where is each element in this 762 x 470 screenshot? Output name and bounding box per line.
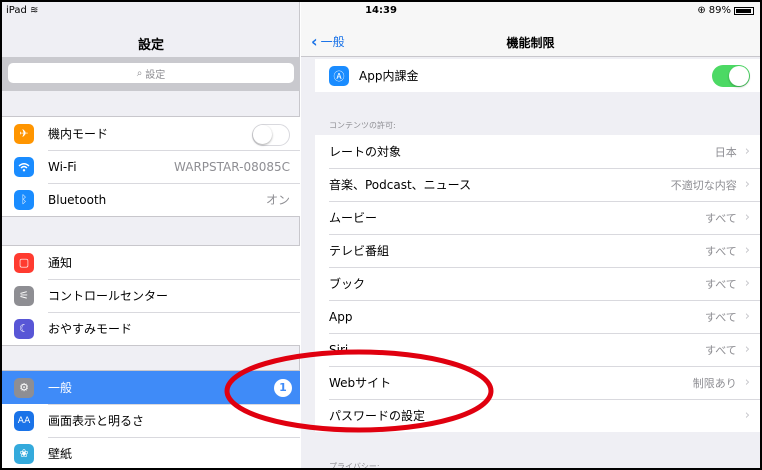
sidebar-item-do-not-disturb[interactable]: ☾ おやすみモード [2, 312, 300, 345]
chevron-right-icon: › [744, 408, 750, 423]
chevron-right-icon: › [744, 276, 750, 291]
row-value: すべて [705, 343, 737, 357]
airplane-icon: ✈ [14, 123, 34, 144]
sidebar-item-label: 機内モード [48, 127, 109, 141]
chevron-right-icon: › [744, 210, 750, 225]
in-app-purchase-label: App内課金 [359, 69, 419, 83]
screen: 設定 ⌕ 設定 ✈ 機内モード Wi-Fi WARPSTAR-08085C ᛒ … [0, 0, 762, 470]
privacy-section-header: プライバシー: [329, 462, 380, 470]
row-value: すべて [705, 211, 737, 225]
sidebar-item-label: Bluetooth [48, 192, 107, 207]
update-badge: 1 [274, 378, 292, 397]
chevron-right-icon: › [744, 177, 750, 192]
in-app-purchase-row: Ⓐ App内課金 [315, 59, 760, 92]
list-item-movies[interactable]: ムービー すべて › [315, 201, 760, 234]
clock: 14:39 [365, 5, 397, 16]
row-label: ムービー [329, 211, 378, 225]
row-value: すべて [705, 277, 737, 291]
restrictions-detail-pane: ‹ 一般 機能制限 Ⓐ App内課金 コンテンツの許可: レートの対象 日本 › … [301, 2, 760, 470]
sidebar-item-label: 一般 [48, 381, 73, 395]
do-not-disturb-icon: ☾ [14, 318, 34, 339]
chevron-right-icon: › [744, 309, 750, 324]
row-value: すべて [705, 310, 737, 324]
sidebar-item-bluetooth[interactable]: ᛒ Bluetooth オン [2, 183, 300, 216]
list-item-apps[interactable]: App すべて › [315, 300, 760, 333]
master-title: 設定 [137, 38, 164, 53]
sidebar-item-general[interactable]: ⚙ 一般 1 [2, 371, 300, 404]
row-label: ブック [329, 277, 366, 291]
app-store-icon: Ⓐ [329, 65, 349, 86]
status-bar: iPad ≋ 14:39 ⊕ 89% [2, 2, 760, 20]
in-app-purchase-toggle[interactable] [712, 65, 750, 87]
row-label: レートの対象 [329, 145, 402, 159]
list-item-music-podcasts-news[interactable]: 音楽、Podcast、ニュース 不適切な内容 › [315, 168, 760, 201]
content-group: レートの対象 日本 › 音楽、Podcast、ニュース 不適切な内容 › ムービー … [315, 135, 760, 432]
list-item-websites[interactable]: Webサイト 制限あり › [315, 366, 760, 399]
sidebar-item-display-brightness[interactable]: AA 画面表示と明るさ [2, 404, 300, 437]
sidebar-item-wallpaper[interactable]: ❀ 壁紙 [2, 437, 300, 468]
row-label: App [329, 309, 353, 324]
control-center-icon: ⚟ [14, 285, 34, 306]
sidebar-item-label: 通知 [48, 256, 73, 270]
search-input[interactable]: ⌕ 設定 [8, 63, 294, 83]
settings-master-pane: 設定 ⌕ 設定 ✈ 機内モード Wi-Fi WARPSTAR-08085C ᛒ … [2, 2, 300, 468]
row-label: Siri [329, 342, 349, 357]
bluetooth-value: オン [265, 193, 290, 207]
chevron-right-icon: › [744, 342, 750, 357]
location-icon: ⊕ [697, 5, 706, 16]
display-brightness-icon: AA [14, 410, 34, 431]
airplane-mode-toggle[interactable] [252, 124, 290, 146]
sidebar-item-label: 壁紙 [48, 447, 73, 461]
wifi-network-value: WARPSTAR-08085C [174, 159, 290, 174]
notifications-group: ▢ 通知 ⚟ コントロールセンター ☾ おやすみモード [2, 245, 300, 346]
row-label: Webサイト [329, 376, 392, 390]
page-title: 機能制限 [506, 36, 555, 50]
connectivity-group: ✈ 機内モード Wi-Fi WARPSTAR-08085C ᛒ Bluetoot… [2, 116, 300, 217]
content-section-header: コンテンツの許可: [329, 121, 396, 130]
battery-percent: 89% [708, 5, 731, 16]
search-icon: ⌕ [136, 67, 143, 79]
gear-icon: ⚙ [14, 377, 34, 398]
list-item-books[interactable]: ブック すべて › [315, 267, 760, 300]
row-value: 不適切な内容 [670, 178, 737, 192]
sidebar-item-label: コントロールセンター [48, 289, 169, 303]
row-value: 日本 [714, 145, 737, 159]
wallpaper-icon: ❀ [14, 443, 34, 464]
sidebar-item-label: 画面表示と明るさ [48, 414, 145, 428]
row-value: 制限あり [692, 376, 737, 390]
battery-icon [734, 6, 754, 15]
sidebar-item-wifi[interactable]: Wi-Fi WARPSTAR-08085C [2, 150, 300, 183]
row-value: すべて [705, 244, 737, 258]
sidebar-item-label: Wi-Fi [48, 159, 77, 174]
notifications-icon: ▢ [14, 252, 34, 273]
list-item-tv-shows[interactable]: テレビ番組 すべて › [315, 234, 760, 267]
sidebar-item-label: おやすみモード [48, 322, 133, 336]
list-item-siri[interactable]: Siri すべて › [315, 333, 760, 366]
row-label: パスワードの設定 [329, 409, 426, 423]
bluetooth-icon: ᛒ [14, 189, 34, 210]
row-label: 音楽、Podcast、ニュース [329, 178, 472, 192]
purchase-group: Ⓐ App内課金 [315, 59, 760, 92]
sidebar-item-airplane-mode[interactable]: ✈ 機内モード [2, 117, 300, 150]
battery-status: ⊕ 89% [697, 5, 754, 16]
wifi-icon [14, 156, 34, 177]
chevron-right-icon: › [744, 375, 750, 390]
chevron-right-icon: › [744, 243, 750, 258]
search-placeholder: 設定 [145, 69, 166, 81]
sidebar-item-control-center[interactable]: ⚟ コントロールセンター [2, 279, 300, 312]
sidebar-item-notifications[interactable]: ▢ 通知 [2, 246, 300, 279]
chevron-right-icon: › [744, 144, 750, 159]
list-item-password-settings[interactable]: パスワードの設定 › [315, 399, 760, 432]
row-label: テレビ番組 [329, 244, 390, 258]
list-item-ratings-for[interactable]: レートの対象 日本 › [315, 135, 760, 168]
general-group: ⚙ 一般 1 AA 画面表示と明るさ ❀ 壁紙 [2, 370, 300, 468]
